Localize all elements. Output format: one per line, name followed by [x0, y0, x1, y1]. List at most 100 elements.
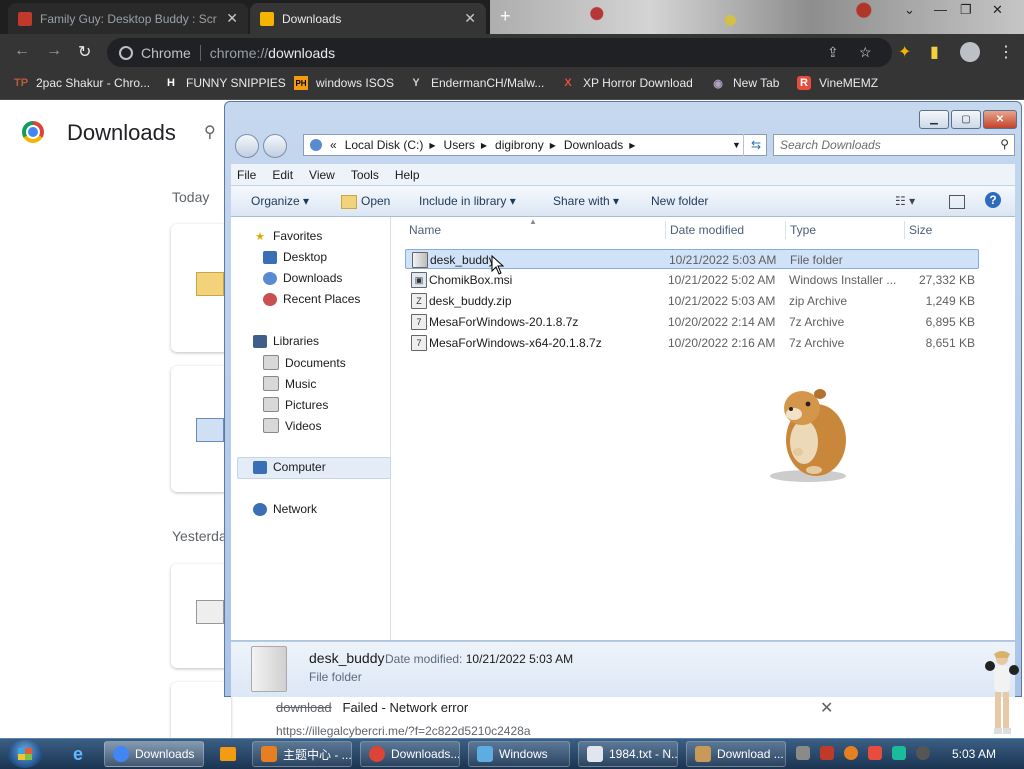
- nav-recent-places[interactable]: Recent Places: [263, 292, 360, 306]
- tab-close-icon[interactable]: ✕: [226, 10, 238, 27]
- column-header-name[interactable]: Name: [409, 223, 441, 237]
- menu-help[interactable]: Help: [395, 168, 420, 182]
- nav-downloads[interactable]: Downloads: [263, 271, 342, 285]
- bookmark-endermanch[interactable]: Y EndermanCH/Malw...: [409, 76, 544, 90]
- breadcrumb-digibrony[interactable]: digibrony: [495, 138, 544, 152]
- remove-download-icon[interactable]: ✕: [820, 698, 833, 718]
- column-divider[interactable]: [904, 221, 905, 239]
- tab-close-icon[interactable]: ✕: [464, 10, 476, 27]
- media-player-icon[interactable]: [210, 742, 246, 766]
- menu-edit[interactable]: Edit: [272, 168, 293, 182]
- bookmark-2pac[interactable]: TP 2pac Shakur - Chro...: [14, 76, 150, 90]
- refresh-icon[interactable]: ⇆: [743, 134, 768, 156]
- nav-videos[interactable]: Videos: [263, 418, 321, 433]
- nav-desktop[interactable]: Desktop: [263, 250, 327, 264]
- bookmark-xp-horror[interactable]: X XP Horror Download: [561, 76, 693, 90]
- tray-monitor-icon[interactable]: [892, 746, 906, 760]
- forward-icon[interactable]: →: [46, 42, 62, 60]
- tray-v-icon[interactable]: [820, 746, 834, 760]
- nav-computer[interactable]: Computer: [253, 460, 326, 474]
- menu-tools[interactable]: Tools: [351, 168, 379, 182]
- search-icon[interactable]: ⚲: [1000, 137, 1009, 151]
- explorer-search-input[interactable]: Search Downloads ⚲: [773, 134, 1015, 156]
- open-button[interactable]: Open: [361, 194, 390, 208]
- breadcrumb-arrow-icon[interactable]: ▶: [629, 141, 635, 150]
- back-icon[interactable]: ←: [14, 42, 30, 60]
- tab-family-guy[interactable]: Family Guy: Desktop Buddy : Scr ✕: [8, 3, 248, 34]
- breadcrumb-downloads[interactable]: Downloads: [564, 138, 623, 152]
- profile-avatar[interactable]: [960, 42, 980, 62]
- taskbar-task-downloads-2[interactable]: Downloads...: [360, 741, 460, 767]
- restore-icon[interactable]: ❐: [960, 2, 972, 18]
- desktop-buddy-boxer[interactable]: [984, 650, 1020, 738]
- bookmark-funny-snippies[interactable]: H FUNNY SNIPPIES: [164, 76, 286, 90]
- column-divider[interactable]: [785, 221, 786, 239]
- file-row-desk-buddy-zip[interactable]: Z desk_buddy.zip 10/21/2022 5:03 AM zip …: [405, 291, 979, 311]
- bookmark-star-icon[interactable]: ☆: [859, 44, 872, 61]
- nav-favorites[interactable]: ★ Favorites: [253, 229, 322, 243]
- explorer-address-bar[interactable]: « Local Disk (C:) ▶ Users ▶ digibrony ▶ Dow…: [303, 134, 767, 156]
- nav-libraries[interactable]: Libraries: [253, 334, 319, 348]
- internet-explorer-icon[interactable]: e: [60, 742, 96, 766]
- extensions-icon[interactable]: ✦: [898, 42, 911, 62]
- taskbar-task-notepad[interactable]: 1984.txt - N...: [578, 741, 678, 767]
- nav-network[interactable]: Network: [253, 502, 317, 516]
- search-icon[interactable]: ⚲: [204, 122, 216, 142]
- organize-button[interactable]: Organize ▾: [251, 194, 309, 208]
- breadcrumb-arrow-icon[interactable]: ▶: [481, 141, 487, 150]
- nav-pictures[interactable]: Pictures: [263, 397, 328, 412]
- breadcrumb-arrow-icon[interactable]: ▶: [429, 141, 435, 150]
- file-row-mesa[interactable]: 7 MesaForWindows-20.1.8.7z 10/20/2022 2:…: [405, 312, 979, 332]
- menu-file[interactable]: File: [237, 168, 256, 182]
- taskbar-clock[interactable]: 5:03 AM: [952, 747, 996, 761]
- taskbar-task-windows[interactable]: Windows: [468, 741, 570, 767]
- bookmark-vinememz[interactable]: R VineMEMZ: [797, 76, 878, 90]
- new-folder-button[interactable]: New folder: [651, 194, 708, 208]
- address-bar[interactable]: Chrome chrome://downloads ⇪ ☆: [107, 38, 892, 67]
- taskbar-task-theme-center[interactable]: 主题中心 - ...: [252, 741, 352, 767]
- tray-flag-icon[interactable]: [868, 746, 882, 760]
- bookmark-new-tab[interactable]: ◉ New Tab: [711, 76, 779, 90]
- explorer-close-button[interactable]: ✕: [983, 110, 1017, 129]
- start-button[interactable]: [8, 740, 42, 768]
- address-dropdown-icon[interactable]: ▼: [732, 140, 741, 150]
- new-tab-button[interactable]: +: [500, 6, 511, 27]
- explorer-back-button[interactable]: [235, 134, 259, 158]
- help-icon[interactable]: ?: [985, 192, 1001, 208]
- chevron-down-icon[interactable]: ⌄: [904, 2, 915, 18]
- minimize-icon[interactable]: —: [934, 2, 947, 17]
- share-icon[interactable]: ⇪: [827, 44, 839, 61]
- reload-icon[interactable]: ↻: [78, 42, 91, 62]
- breadcrumb-users[interactable]: Users: [444, 138, 475, 152]
- preview-pane-icon[interactable]: [949, 195, 965, 209]
- more-menu-icon[interactable]: ⋮: [998, 42, 1014, 62]
- breadcrumb-overflow[interactable]: «: [330, 138, 337, 152]
- desktop-buddy-hamster[interactable]: [768, 378, 858, 483]
- explorer-forward-button[interactable]: [263, 134, 287, 158]
- column-header-date[interactable]: Date modified: [670, 223, 744, 237]
- taskbar-task-chrome-downloads[interactable]: Downloads: [104, 741, 204, 767]
- include-in-library-button[interactable]: Include in library ▾: [419, 194, 516, 208]
- tray-volume-icon[interactable]: [916, 746, 930, 760]
- close-icon[interactable]: ✕: [992, 2, 1003, 18]
- column-header-type[interactable]: Type: [790, 223, 816, 237]
- nav-documents[interactable]: Documents: [263, 355, 346, 370]
- breadcrumb-local-disk[interactable]: Local Disk (C:): [345, 138, 424, 152]
- tray-search-icon[interactable]: [844, 746, 858, 760]
- taskbar-task-download[interactable]: Download ...: [686, 741, 786, 767]
- file-row-mesa-x64[interactable]: 7 MesaForWindows-x64-20.1.8.7z 10/20/202…: [405, 333, 979, 353]
- explorer-minimize-button[interactable]: ▁: [919, 110, 949, 129]
- failed-download-url[interactable]: https://illegalcybercri.me/?f=2c822d5210…: [276, 724, 531, 738]
- tray-icon[interactable]: [796, 746, 810, 760]
- column-header-size[interactable]: Size: [909, 223, 932, 237]
- bookmark-windows-isos[interactable]: PH windows ISOS: [294, 76, 394, 90]
- tab-downloads[interactable]: Downloads ✕: [250, 3, 486, 34]
- menu-view[interactable]: View: [309, 168, 335, 182]
- nav-music[interactable]: Music: [263, 376, 316, 391]
- explorer-maximize-button[interactable]: ▢: [951, 110, 981, 129]
- share-with-button[interactable]: Share with ▾: [553, 194, 619, 208]
- failed-download-name[interactable]: download: [276, 700, 332, 715]
- column-divider[interactable]: [665, 221, 666, 239]
- view-options-icon[interactable]: ☷ ▾: [895, 194, 915, 208]
- breadcrumb-arrow-icon[interactable]: ▶: [550, 141, 556, 150]
